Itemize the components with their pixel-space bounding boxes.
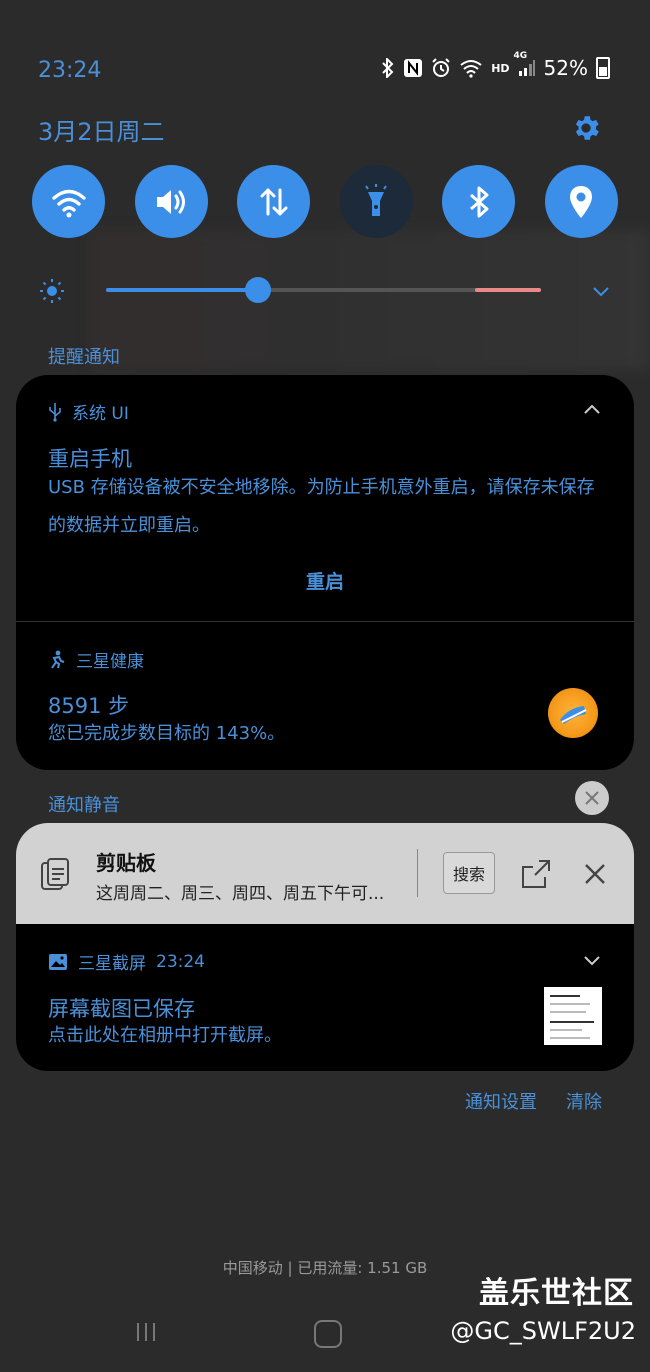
alert-notifications-card: 系统 UI 重启手机 USB 存储设备被不安全地移除。为防止手机意外重启，请保存… (16, 375, 634, 770)
clipboard-search-button[interactable]: 搜索 (443, 852, 495, 894)
system-icons: HD 4G 52% (381, 51, 610, 80)
alerts-section-label: 提醒通知 (48, 347, 120, 368)
running-person-icon (51, 650, 65, 669)
hd-icon: HD (491, 61, 510, 75)
data-transfer-icon (260, 188, 288, 215)
system-ui-app-header: 系统 UI (48, 399, 129, 424)
speaker-icon (157, 189, 186, 214)
health-steps-body: 您已完成步数目标的 143%。 (48, 723, 286, 744)
brightness-fill (106, 288, 258, 292)
settings-gear-icon[interactable] (570, 112, 602, 144)
battery-icon (596, 57, 610, 79)
watermark-user: @GC_SWLF2U2 (450, 1317, 636, 1345)
brightness-control (38, 275, 613, 305)
clock: 23:24 (38, 58, 102, 83)
clipboard-title: 剪贴板 (96, 851, 156, 875)
clear-all-link[interactable]: 清除 (566, 1088, 602, 1114)
close-icon (585, 791, 599, 805)
status-bar: 23:24 HD 4G 52% (0, 51, 650, 92)
bluetooth-icon (469, 186, 489, 217)
screenshot-body: 点击此处在相册中打开截屏。 (48, 1025, 282, 1046)
screenshot-thumbnail[interactable] (544, 987, 602, 1045)
health-app-name: 三星健康 (76, 652, 144, 672)
health-app-header: 三星健康 (48, 647, 144, 672)
home-button[interactable] (314, 1320, 342, 1348)
close-icon[interactable] (582, 861, 608, 887)
battery-percent: 52% (543, 56, 588, 80)
system-ui-app-name: 系统 UI (72, 404, 129, 424)
brightness-slider-handle[interactable] (245, 277, 271, 303)
bluetooth-toggle[interactable] (442, 165, 516, 238)
brightness-slider[interactable] (106, 277, 541, 303)
mobile-data-toggle[interactable] (237, 165, 311, 238)
wifi-icon (459, 58, 483, 78)
screenshot-app-name: 三星截屏 (78, 954, 146, 974)
clipboard-icon (41, 858, 69, 890)
4g-signal-icon: 4G (514, 51, 536, 77)
restart-button[interactable]: 重启 (16, 567, 634, 594)
chevron-down-icon[interactable] (581, 949, 603, 971)
clipboard-separator (417, 849, 418, 897)
bluetooth-icon (381, 58, 395, 78)
location-toggle[interactable] (544, 165, 618, 238)
chevron-up-icon[interactable] (581, 399, 603, 421)
chevron-down-icon[interactable] (589, 279, 613, 303)
usb-icon (49, 402, 61, 422)
flashlight-toggle[interactable] (339, 165, 413, 238)
sound-toggle[interactable] (134, 165, 208, 238)
nfc-icon (403, 58, 423, 78)
system-ui-body: USB 存储设备被不安全地移除。为防止手机意外重启，请保存未保存的数据并立即重启… (48, 477, 595, 536)
wifi-toggle[interactable] (32, 165, 105, 238)
brightness-sun-icon (40, 279, 64, 303)
silent-section-label: 通知静音 (48, 795, 120, 816)
share-icon[interactable] (519, 857, 553, 891)
notification-settings-link[interactable]: 通知设置 (465, 1088, 537, 1114)
alarm-icon (431, 58, 451, 78)
image-icon (49, 953, 67, 970)
brightness-high-zone (475, 288, 541, 292)
silent-notifications-card: 剪贴板 这周周二、周三、周四、周五下午可... 搜索 三星截屏 23:24 屏幕… (16, 823, 634, 1071)
clipboard-text: 这周周二、周三、周四、周五下午可... (96, 884, 385, 904)
divider (16, 621, 634, 622)
date-label: 3月2日周二 (38, 118, 165, 146)
flashlight-icon (365, 183, 388, 216)
quick-settings-toggles (32, 165, 618, 238)
step-goal-badge-icon (548, 688, 598, 738)
watermark-title: 盖乐世社区 (479, 1276, 634, 1311)
screenshot-app-header: 三星截屏 23:24 (48, 949, 205, 974)
wifi-icon (51, 189, 86, 217)
network-type-label: 4G (513, 51, 528, 61)
dismiss-silent-button[interactable] (575, 781, 609, 815)
screenshot-time: 23:24 (156, 951, 205, 972)
location-pin-icon (570, 185, 593, 218)
recent-apps-icon[interactable] (134, 1320, 158, 1344)
clipboard-notification[interactable]: 剪贴板 这周周二、周三、周四、周五下午可... 搜索 (16, 823, 634, 924)
